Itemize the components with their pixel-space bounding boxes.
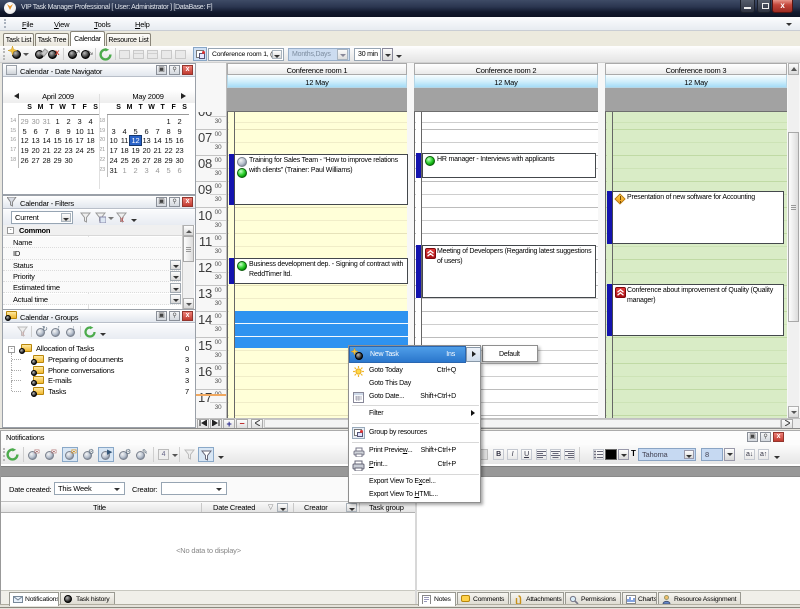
svg-text:x: x [120,215,124,223]
svg-text:x: x [21,329,25,337]
